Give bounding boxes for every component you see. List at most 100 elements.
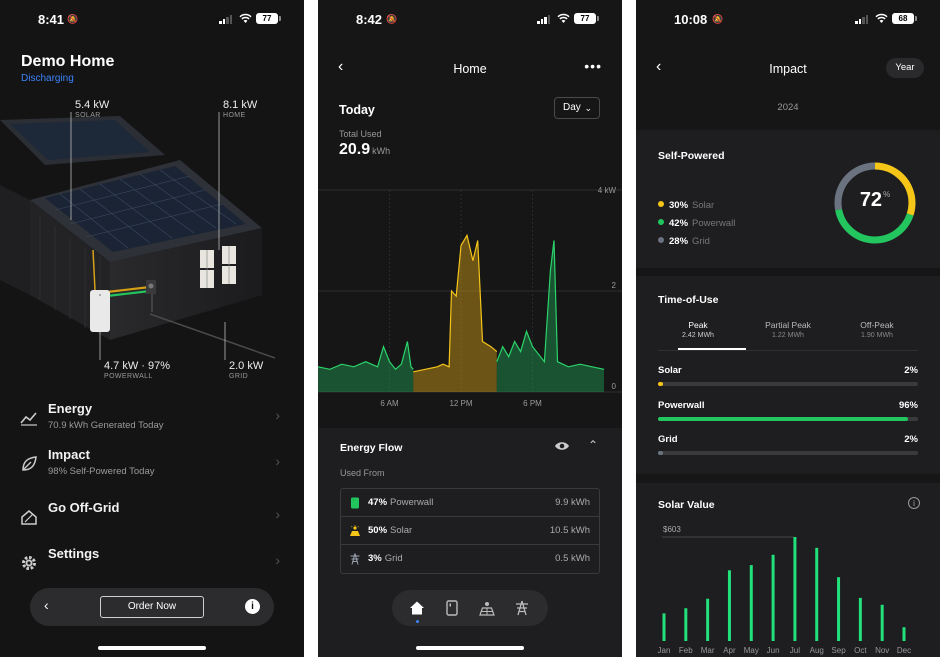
tou-fill-powerwall (658, 417, 908, 421)
wifi-icon (557, 13, 570, 23)
breakdown-powerwall: 42% Powerwall (658, 218, 735, 229)
y-tick-label: 2 (612, 281, 617, 290)
eye-icon[interactable] (554, 440, 570, 452)
grid-tower-icon (350, 553, 360, 565)
clock: 8:41 (38, 12, 65, 27)
month-label: May (744, 646, 759, 655)
x-tick-label: 6 PM (523, 399, 542, 408)
range-year-button[interactable]: Year (886, 58, 924, 78)
status-bar: 8:42 🔕 77 (318, 0, 622, 40)
solar-value-bar (771, 554, 775, 641)
source-row-grid: 3% Grid 0.5 kWh (341, 545, 599, 573)
solar-value-chart: $603 Jan Feb Mar Apr May Jun Jul Aug Sep Oct Nov Dec (658, 525, 912, 655)
info-icon[interactable]: i (908, 497, 920, 509)
tou-bar-powerwall: Powerwall 96% (658, 400, 918, 430)
time-of-use-card: Time-of-Use Peak 2.42 MWh Partial Peak 1.2… (636, 276, 940, 474)
source-row-solar: 50% Solar 10.5 kWh (341, 517, 599, 545)
cell-signal-icon (855, 14, 868, 24)
active-tab-underline (678, 348, 746, 350)
order-now-button[interactable]: Order Now (100, 596, 204, 618)
solar-value-bar (858, 597, 862, 641)
month-label: Apr (723, 646, 736, 655)
clock: 8:42 (356, 12, 383, 27)
tou-fill-grid (658, 451, 664, 455)
tab-solar-icon[interactable] (479, 600, 495, 616)
battery-icon: 77 (574, 13, 599, 24)
max-value-label: $603 (663, 525, 681, 534)
tou-tab-off-peak[interactable]: Off-Peak 1.90 MWh (833, 320, 921, 339)
wifi-icon (239, 13, 252, 23)
month-label: Jun (767, 646, 780, 655)
self-powered-value: 72% (859, 189, 891, 211)
solar-stat: 5.4 kW SOLAR (75, 99, 110, 119)
tou-bar-solar: Solar 2% (658, 365, 918, 395)
period-select[interactable]: Day ⌄ (554, 97, 600, 119)
status-bar: 8:41 🔕 77 (0, 0, 304, 40)
solar-value-bar (902, 627, 906, 641)
month-label: Dec (897, 646, 911, 655)
month-label: Jan (658, 646, 671, 655)
cell-signal-icon (537, 14, 550, 24)
bell-off-icon: 🔕 (67, 14, 79, 24)
grid-stat: 2.0 kW GRID (229, 360, 264, 380)
tab-powerwall-icon[interactable] (444, 600, 460, 616)
bottom-tab-bar (392, 590, 548, 626)
powerwall-icon (351, 497, 359, 509)
solar-value-bar (684, 608, 688, 641)
site-title: Demo Home (21, 53, 115, 70)
selected-year: 2024 (777, 102, 799, 113)
y-tick-label: 4 kW (598, 186, 617, 195)
x-tick-label: 6 AM (380, 399, 399, 408)
chevron-up-icon[interactable]: ⌃ (588, 438, 598, 452)
month-label: Jul (790, 646, 800, 655)
cell-signal-icon (219, 14, 232, 24)
month-label: Feb (679, 646, 693, 655)
gear-icon (22, 556, 36, 570)
source-row-powerwall: 47% Powerwall 9.9 kWh (341, 489, 599, 517)
info-icon[interactable]: i (245, 599, 260, 614)
solar-value-bar (793, 537, 797, 641)
wifi-icon (875, 13, 888, 23)
home-indicator (416, 646, 524, 650)
tab-grid-icon[interactable] (514, 600, 530, 616)
solar-value-card: Solar Value i $603 Jan Feb Mar Apr May Jun Jul A… (636, 483, 940, 657)
solar-value-title: Solar Value (658, 499, 715, 511)
battery-icon: 68 (892, 13, 917, 24)
solar-panel-icon (350, 525, 360, 536)
page-title: Home (453, 62, 487, 76)
menu-go-off-grid[interactable]: Go Off-Grid › (0, 500, 304, 544)
bell-off-icon: 🔕 (386, 14, 398, 24)
tab-home-icon[interactable] (409, 600, 425, 616)
area-powerwall (496, 240, 604, 392)
chevron-down-icon: ⌄ (584, 103, 592, 113)
house-illustration (0, 90, 304, 390)
active-tab-indicator (416, 620, 419, 623)
browser-bar: ‹ Order Now i (30, 588, 274, 626)
month-label: Oct (854, 646, 867, 655)
tou-bar-grid: Grid 2% (658, 434, 918, 464)
tou-tab-partial-peak[interactable]: Partial Peak 1.22 MWh (744, 320, 832, 339)
more-options-button[interactable]: ••• (584, 58, 602, 74)
energy-screen: 8:42 🔕 77 ‹ Home ••• Today Day ⌄ Total Us… (318, 0, 622, 657)
breakdown-solar: 30% Solar (658, 200, 714, 211)
chevron-right-icon: › (275, 453, 280, 469)
site-status: Discharging (21, 73, 74, 84)
area-solar (413, 235, 497, 392)
sources-list: 47% Powerwall 9.9 kWh 50% Solar 10.5 kWh 3… (340, 488, 600, 574)
total-used-label: Total Used (339, 129, 382, 139)
clock: 10:08 (674, 12, 708, 27)
month-label: Sep (831, 646, 846, 655)
menu-settings[interactable]: Settings › (0, 546, 304, 590)
solar-value-bar (880, 604, 884, 641)
y-tick-label: 0 (612, 382, 617, 391)
menu-energy[interactable]: Energy 70.9 kWh Generated Today › (0, 401, 304, 445)
chevron-right-icon: › (275, 506, 280, 522)
home-screen: 8:41 🔕 77 Demo Home Discharging 5.4 kW S… (0, 0, 304, 657)
leaf-icon (22, 456, 37, 471)
home-stat: 8.1 kW HOME (223, 99, 258, 119)
tou-tab-peak[interactable]: Peak 2.42 MWh (654, 320, 742, 339)
back-button[interactable]: ‹ (44, 597, 49, 613)
powerwall-stat: 4.7 kW · 97% POWERWALL (104, 360, 171, 380)
menu-impact[interactable]: Impact 98% Self-Powered Today › (0, 447, 304, 491)
battery-icon: 77 (256, 13, 281, 24)
